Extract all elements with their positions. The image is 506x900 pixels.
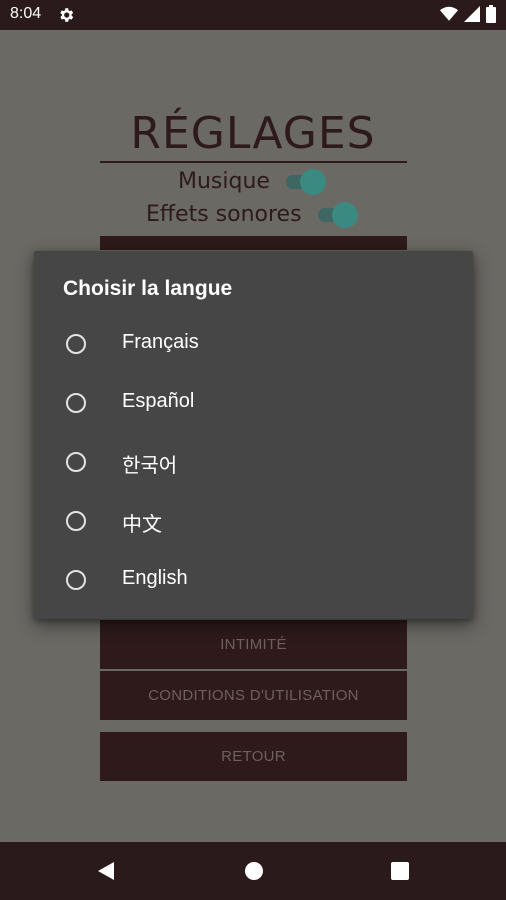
privacy-button[interactable]: INTIMITÉ [100, 620, 407, 669]
back-button[interactable]: RETOUR [100, 732, 407, 781]
language-option-english[interactable]: English [34, 553, 473, 612]
radio-button[interactable] [66, 452, 86, 472]
language-option-spanish[interactable]: Español [34, 376, 473, 435]
radio-button[interactable] [66, 334, 86, 354]
option-label: Español [122, 390, 195, 412]
battery-icon [486, 5, 496, 23]
option-label: 한국어 [122, 455, 178, 477]
status-icons [440, 5, 496, 23]
sound-effects-toggle[interactable] [318, 202, 358, 228]
signal-icon [464, 6, 480, 22]
radio-button[interactable] [66, 511, 86, 531]
language-option-french[interactable]: Français [34, 317, 473, 376]
title-divider [100, 161, 407, 163]
recents-icon[interactable] [390, 861, 410, 885]
terms-button[interactable]: CONDITIONS D'UTILISATION [100, 671, 407, 720]
settings-icon [57, 6, 75, 24]
radio-button[interactable] [66, 393, 86, 413]
language-dialog: Choisir la langue Français Español 한국어 中… [34, 251, 473, 619]
music-toggle[interactable] [286, 169, 326, 195]
sound-effects-setting: Effets sonores [0, 200, 506, 230]
home-icon[interactable] [244, 861, 264, 885]
language-option-chinese[interactable]: 中文 [34, 494, 473, 553]
toggle-thumb [300, 169, 326, 195]
toggle-thumb [332, 202, 358, 228]
music-setting: Musique [0, 167, 506, 197]
wifi-icon [440, 6, 458, 21]
navigation-bar [0, 842, 506, 900]
option-label: 中文 [122, 514, 162, 536]
option-label: English [122, 567, 188, 589]
music-label: Musique [178, 169, 270, 194]
dialog-title: Choisir la langue [63, 277, 233, 300]
status-time: 8:04 [10, 5, 42, 22]
sound-effects-label: Effets sonores [146, 202, 302, 227]
language-option-korean[interactable]: 한국어 [34, 435, 473, 494]
language-button[interactable] [100, 236, 407, 250]
back-icon[interactable] [96, 861, 116, 885]
status-bar: 8:04 [0, 0, 506, 30]
page-title: RÉGLAGES [130, 108, 376, 159]
option-label: Français [122, 331, 199, 353]
radio-button[interactable] [66, 570, 86, 590]
